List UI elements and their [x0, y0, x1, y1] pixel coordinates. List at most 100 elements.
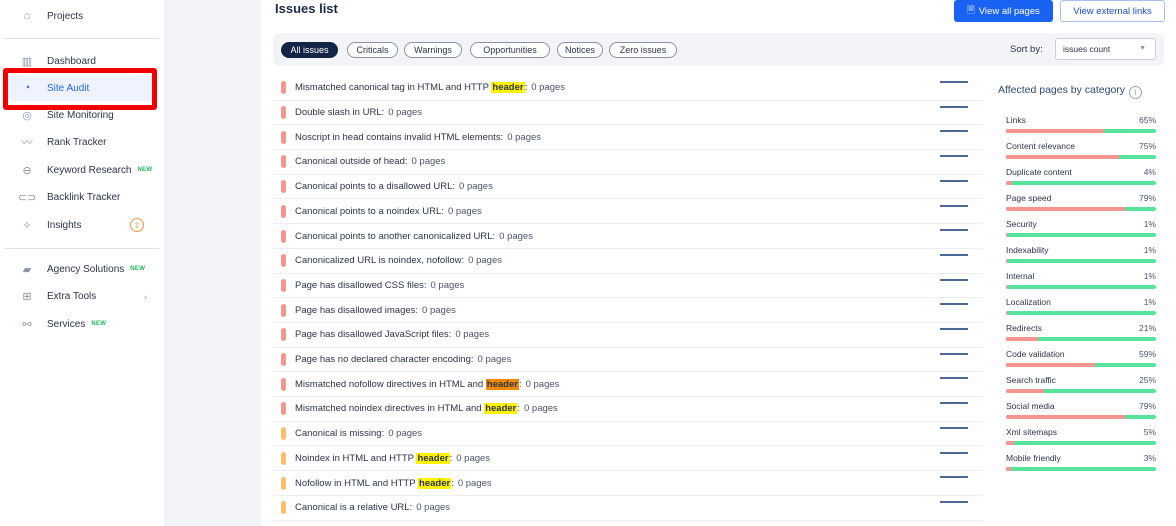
issue-count[interactable]: 0 pages — [458, 478, 492, 489]
filter-chip-opportunities[interactable]: Opportunities — [470, 42, 550, 58]
issue-count[interactable]: 0 pages — [456, 453, 490, 464]
sidebar-item-projects[interactable]: ⌂ Projects — [8, 3, 156, 29]
category-row[interactable]: Security 1% — [1006, 219, 1156, 245]
category-row[interactable]: Redirects 21% — [1006, 323, 1156, 349]
sidebar-item-services[interactable]: ⚯ Services NEW — [8, 311, 156, 337]
issue-row[interactable]: Canonical is missing: 0 pages — [273, 422, 983, 447]
view-external-links-button[interactable]: View external links — [1060, 0, 1165, 22]
category-row[interactable]: Internal 1% — [1006, 271, 1156, 297]
category-label: Mobile friendly — [1006, 453, 1061, 463]
issue-count[interactable]: 0 pages — [388, 107, 422, 118]
severity-indicator — [281, 204, 286, 218]
monitoring-icon: ◎ — [22, 109, 32, 122]
sidebar-item-site-monitoring[interactable]: ◎ Site Monitoring — [8, 102, 156, 128]
severity-indicator — [281, 155, 286, 169]
category-progress-fill — [1006, 467, 1011, 471]
trend-sparkline — [940, 81, 968, 83]
category-percent: 1% — [1143, 271, 1156, 281]
issue-row[interactable]: Page has no declared character encoding:… — [273, 348, 983, 373]
issue-row[interactable]: Double slash in URL: 0 pages — [273, 101, 983, 126]
issue-count[interactable]: 0 pages — [422, 305, 456, 316]
sidebar-item-backlink-tracker[interactable]: ⊂⊃ Backlink Tracker — [8, 184, 156, 210]
home-icon: ⌂ — [23, 10, 31, 22]
issue-count[interactable]: 0 pages — [478, 354, 512, 365]
trend-sparkline — [940, 426, 968, 429]
issue-count[interactable]: 0 pages — [412, 156, 446, 167]
issue-count[interactable]: 0 pages — [499, 231, 533, 242]
issue-row[interactable]: Noindex in HTML and HTTP header: 0 pages — [273, 447, 983, 472]
issue-title: Mismatched canonical tag in HTML and HTT… — [295, 82, 528, 94]
category-label: Indexability — [1006, 245, 1049, 255]
upgrade-icon[interactable]: ⇧ — [130, 218, 144, 232]
issue-row[interactable]: Page has disallowed images: 0 pages — [273, 298, 983, 323]
issue-title: Page has no declared character encoding: — [295, 354, 474, 366]
category-label: Security — [1006, 219, 1037, 229]
category-percent: 79% — [1138, 193, 1156, 203]
issue-row[interactable]: Canonical outside of head: 0 pages — [273, 150, 983, 175]
issue-row[interactable]: Mismatched noindex directives in HTML an… — [273, 397, 983, 422]
filter-chip-notices[interactable]: Notices — [557, 42, 603, 58]
severity-indicator — [281, 476, 286, 490]
info-icon[interactable]: i — [1129, 86, 1143, 99]
category-percent: 59% — [1138, 349, 1156, 359]
issue-count[interactable]: 0 pages — [455, 329, 489, 340]
search-highlight: header — [416, 452, 450, 464]
issue-count[interactable]: 0 pages — [468, 255, 502, 266]
issue-row[interactable]: Nofollow in HTML and HTTP header: 0 pages — [273, 471, 983, 496]
issue-count[interactable]: 0 pages — [448, 206, 482, 217]
issue-row[interactable]: Canonical points to another canonicalize… — [273, 224, 983, 249]
category-row[interactable]: Social media 79% — [1006, 401, 1156, 427]
issue-row[interactable]: Mismatched canonical tag in HTML and HTT… — [273, 76, 983, 101]
sidebar-item-keyword-research[interactable]: ⊖ Keyword Research NEW — [8, 157, 156, 183]
sidebar-item-extra-tools[interactable]: ⊞ Extra Tools — [8, 283, 156, 309]
issue-row[interactable]: Page has disallowed JavaScript files: 0 p… — [273, 323, 983, 348]
category-percent: 1% — [1143, 219, 1156, 229]
sort-select[interactable]: issues count ▼ — [1055, 38, 1156, 60]
issue-title: Mismatched nofollow directives in HTML a… — [295, 378, 522, 390]
category-row[interactable]: Content relevance 75% — [1006, 141, 1156, 167]
issue-title: Noindex in HTML and HTTP header: — [295, 452, 453, 464]
issue-row[interactable]: Canonical points to a noindex URL: 0 page… — [273, 200, 983, 225]
issue-count[interactable]: 0 pages — [416, 502, 450, 513]
issue-count[interactable]: 0 pages — [388, 428, 422, 439]
view-all-pages-button[interactable]: 🗎 View all pages — [954, 0, 1053, 22]
issue-row[interactable]: Canonicalized URL is noindex, nofollow: 0… — [273, 249, 983, 274]
issue-row[interactable]: Canonical points to a disallowed URL: 0 p… — [273, 175, 983, 200]
filter-chip-warnings[interactable]: Warnings — [404, 42, 462, 58]
issue-title: Canonical points to a disallowed URL: — [295, 181, 456, 193]
issue-count[interactable]: 0 pages — [507, 132, 541, 143]
trend-sparkline — [940, 278, 968, 281]
category-row[interactable]: Search traffic 25% — [1006, 375, 1156, 401]
services-icon: ⚯ — [22, 318, 32, 331]
filter-chip-criticals[interactable]: Criticals — [347, 42, 398, 58]
category-row[interactable]: Links 65% — [1006, 115, 1156, 141]
issue-row[interactable]: Noscript in head contains invalid HTML e… — [273, 125, 983, 151]
issue-title: Mismatched noindex directives in HTML an… — [295, 403, 520, 415]
category-row[interactable]: Duplicate content 4% — [1006, 167, 1156, 193]
filter-chip-all-issues[interactable]: All issues — [281, 42, 338, 58]
issue-count[interactable]: 0 pages — [526, 379, 560, 390]
category-row[interactable]: Page speed 79% — [1006, 193, 1156, 219]
issue-row[interactable]: Canonical is a relative URL: 0 pages — [273, 496, 983, 521]
sidebar-item-rank-tracker[interactable]: 〰 Rank Tracker — [8, 129, 156, 155]
document-icon: 🗎 — [967, 5, 975, 16]
category-row[interactable]: Xml sitemaps 5% — [1006, 427, 1156, 453]
issue-title: Nofollow in HTML and HTTP header: — [295, 477, 454, 489]
link-icon: ⊂⊃ — [17, 191, 37, 204]
category-label: Social media — [1006, 401, 1055, 411]
category-row[interactable]: Code validation 59% — [1006, 349, 1156, 375]
issue-count[interactable]: 0 pages — [459, 181, 493, 192]
issue-count[interactable]: 0 pages — [524, 403, 558, 414]
issue-count[interactable]: 0 pages — [431, 280, 465, 291]
issue-row[interactable]: Page has disallowed CSS files: 0 pages — [273, 274, 983, 299]
category-label: Xml sitemaps — [1006, 427, 1058, 437]
category-row[interactable]: Localization 1% — [1006, 297, 1156, 323]
category-row[interactable]: Mobile friendly 3% — [1006, 453, 1156, 479]
search-highlight: header — [485, 378, 519, 390]
category-row[interactable]: Indexability 1% — [1006, 245, 1156, 271]
trend-sparkline — [940, 451, 968, 454]
issue-count[interactable]: 0 pages — [531, 82, 565, 93]
sidebar-item-agency-solutions[interactable]: ▰ Agency Solutions NEW — [8, 256, 156, 282]
filter-chip-zero-issues[interactable]: Zero issues — [609, 42, 677, 58]
issue-row[interactable]: Mismatched nofollow directives in HTML a… — [273, 372, 983, 398]
